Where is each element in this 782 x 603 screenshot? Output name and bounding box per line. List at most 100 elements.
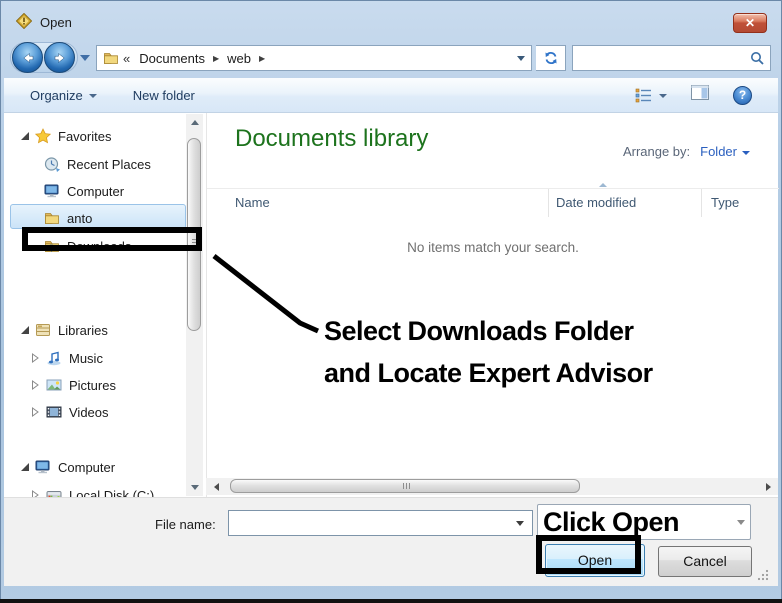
breadcrumb-item-web[interactable]: web	[227, 51, 251, 66]
help-button[interactable]: ?	[733, 86, 752, 105]
arrange-by[interactable]: Arrange by: Folder	[623, 144, 750, 159]
folder-icon	[103, 50, 119, 66]
sidebar-scrollbar[interactable]	[186, 114, 203, 496]
arrange-by-value[interactable]: Folder	[700, 144, 737, 159]
address-bar[interactable]: « Documents ▶ web ▶	[96, 45, 532, 71]
downloads-annotation-rect	[22, 227, 202, 251]
collapsed-arrow-icon[interactable]	[30, 407, 40, 417]
expanded-arrow-icon[interactable]	[20, 131, 30, 141]
column-separator[interactable]	[701, 189, 702, 217]
preview-pane-button[interactable]	[691, 85, 709, 105]
scroll-left-icon	[214, 483, 219, 491]
column-header-type[interactable]: Type	[711, 195, 739, 210]
file-name-input[interactable]	[229, 511, 516, 535]
forward-arrow-icon	[52, 50, 68, 66]
sidebar-item-local-disk-c[interactable]: Local Disk (C:)	[4, 483, 186, 497]
sidebar-item-label[interactable]: Music	[69, 351, 103, 366]
breadcrumb-item-documents[interactable]: Documents	[139, 51, 205, 66]
sidebar-item-label[interactable]: Pictures	[69, 378, 116, 393]
sidebar-item-label[interactable]: Recent Places	[67, 157, 151, 172]
sidebar-item-recent-places[interactable]: Recent Places	[4, 152, 186, 176]
refresh-button[interactable]	[536, 45, 566, 71]
combo-dropdown-icon	[737, 520, 745, 525]
views-button[interactable]	[635, 88, 667, 103]
sidebar-item-computer[interactable]: Computer	[4, 179, 186, 203]
horizontal-scrollbar[interactable]	[206, 478, 778, 495]
app-icon	[16, 13, 32, 29]
scroll-right-button[interactable]	[760, 478, 776, 495]
annotation-line-2: and Locate Expert Advisor	[320, 354, 659, 394]
scroll-down-button[interactable]	[186, 479, 203, 496]
sidebar-label-favorites[interactable]: Favorites	[58, 129, 111, 144]
libraries-icon	[35, 322, 51, 338]
organize-dropdown-icon	[89, 94, 97, 98]
file-name-combobox[interactable]	[228, 510, 533, 536]
sidebar-item-videos[interactable]: Videos	[4, 400, 186, 424]
command-bar: Organize New folder	[4, 78, 778, 113]
favorites-star-icon	[35, 128, 51, 144]
file-name-label: File name:	[155, 517, 216, 532]
collapsed-arrow-icon[interactable]	[30, 353, 40, 363]
header-divider	[207, 188, 779, 189]
breadcrumb-separator-icon[interactable]: ▶	[259, 54, 265, 63]
sidebar-item-pictures[interactable]: Pictures	[4, 373, 186, 397]
command-bar-right: ?	[635, 85, 752, 105]
breadcrumb-separator-icon[interactable]: ▶	[213, 54, 219, 63]
sidebar-item-label[interactable]: Videos	[69, 405, 109, 420]
select-downloads-annotation: Select Downloads Folder and Locate Exper…	[320, 312, 659, 394]
new-folder-button[interactable]: New folder	[133, 88, 195, 103]
arrange-by-dropdown-icon[interactable]	[742, 151, 750, 155]
footer-panel: File name: Click Open Open Cancel	[4, 497, 778, 586]
computer-icon	[44, 183, 60, 199]
expanded-arrow-icon[interactable]	[20, 325, 30, 335]
resize-grip-icon[interactable]	[756, 568, 770, 582]
back-button[interactable]	[12, 42, 43, 73]
close-button[interactable]: ✕	[733, 13, 767, 33]
refresh-icon	[543, 50, 559, 66]
collapsed-arrow-icon[interactable]	[30, 380, 40, 390]
organize-label: Organize	[30, 88, 83, 103]
column-header-date-modified[interactable]: Date modified	[556, 195, 636, 210]
bottom-border	[0, 599, 782, 603]
scroll-up-icon	[191, 120, 199, 125]
sidebar-group-favorites[interactable]: Favorites	[4, 124, 186, 148]
music-icon	[46, 350, 62, 366]
recent-pages-dropdown[interactable]	[80, 55, 90, 61]
sidebar-group-libraries[interactable]: Libraries	[4, 318, 186, 342]
sidebar-group-computer[interactable]: Computer	[4, 455, 186, 479]
scroll-up-button[interactable]	[186, 114, 203, 131]
scroll-left-button[interactable]	[208, 478, 224, 495]
empty-folder-message: No items match your search.	[207, 240, 779, 255]
column-header-name[interactable]: Name	[235, 195, 270, 210]
computer-icon	[35, 459, 51, 475]
arrange-by-label: Arrange by:	[623, 144, 690, 159]
scroll-right-icon	[766, 483, 771, 491]
sidebar-label-computer[interactable]: Computer	[58, 460, 115, 475]
back-arrow-icon	[20, 50, 36, 66]
breadcrumb-overflow[interactable]: «	[123, 51, 130, 66]
sidebar-item-label[interactable]: Computer	[67, 184, 124, 199]
sidebar-item-music[interactable]: Music	[4, 346, 186, 370]
sidebar-item-label[interactable]: anto	[67, 211, 92, 226]
views-icon	[635, 88, 653, 103]
forward-button[interactable]	[44, 42, 75, 73]
horizontal-scrollbar-thumb[interactable]	[230, 479, 580, 493]
search-icon	[750, 51, 764, 65]
column-separator[interactable]	[548, 189, 549, 217]
title-bar[interactable]: Open ✕	[0, 0, 782, 40]
organize-button[interactable]: Organize	[30, 88, 97, 103]
collapsed-arrow-icon[interactable]	[30, 490, 40, 497]
search-input[interactable]	[573, 46, 750, 70]
annotation-line-1: Select Downloads Folder	[320, 312, 640, 352]
sidebar-item-label[interactable]: Local Disk (C:)	[69, 488, 154, 498]
folder-icon	[44, 210, 60, 226]
combo-dropdown-icon[interactable]	[516, 521, 524, 526]
pictures-icon	[46, 377, 62, 393]
window-title: Open	[40, 15, 72, 30]
search-box[interactable]	[572, 45, 771, 71]
sidebar-label-libraries[interactable]: Libraries	[58, 323, 108, 338]
address-dropdown-icon[interactable]	[517, 56, 525, 61]
expanded-arrow-icon[interactable]	[20, 462, 30, 472]
library-title: Documents library	[235, 125, 428, 153]
cancel-button[interactable]: Cancel	[658, 546, 752, 577]
